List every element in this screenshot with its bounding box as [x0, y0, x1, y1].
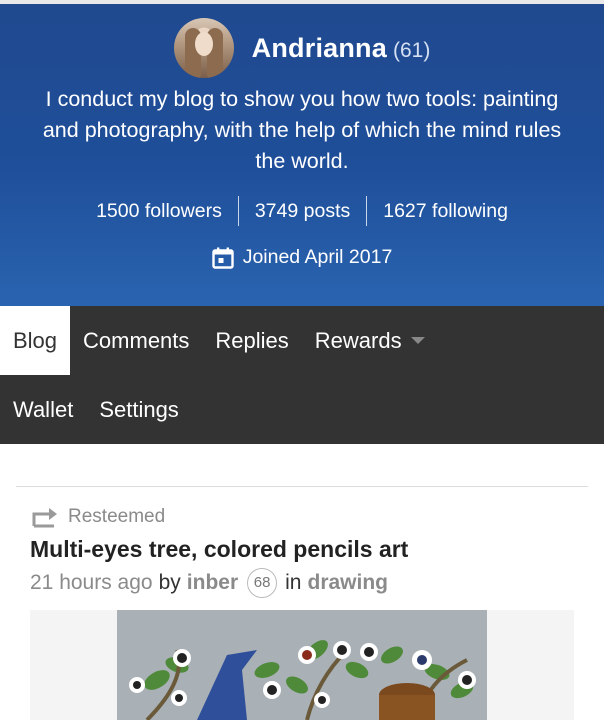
joined-label: Joined April 2017 — [242, 246, 393, 268]
following-link[interactable]: 1627 following — [383, 200, 508, 223]
resteem-icon — [32, 506, 58, 528]
calendar-icon — [211, 247, 234, 269]
post-meta: 21 hours ago by inber 68 in drawing — [30, 568, 388, 598]
tab-rewards[interactable]: Rewards — [302, 306, 438, 375]
followers-link[interactable]: 1500 followers — [96, 200, 222, 223]
profile-bio: I conduct my blog to show you how two to… — [42, 87, 562, 173]
post-thumbnail[interactable] — [117, 610, 487, 720]
post-by-label: by — [158, 571, 181, 594]
tab-settings[interactable]: Settings — [86, 375, 192, 444]
post-time[interactable]: 21 hours ago — [30, 571, 153, 595]
author-reputation-badge: 68 — [247, 568, 278, 598]
nav-row-1: Blog Comments Replies Rewards — [0, 306, 604, 375]
stats-separator — [237, 196, 239, 226]
user-name-block: Andrianna (61) — [252, 33, 431, 64]
tab-blog[interactable]: Blog — [0, 306, 71, 375]
post-author[interactable]: inber — [187, 571, 238, 595]
tab-replies[interactable]: Replies — [202, 306, 301, 375]
tab-comments[interactable]: Comments — [70, 306, 202, 375]
post-title[interactable]: Multi-eyes tree, colored pencils art — [30, 536, 408, 563]
posts-count: 3749 posts — [254, 199, 351, 222]
post-category[interactable]: drawing — [308, 571, 389, 595]
joined-date: Joined April 2017 — [0, 246, 604, 269]
post-in-label: in — [285, 571, 302, 594]
feed-divider — [16, 486, 588, 487]
user-reputation: (61) — [392, 38, 431, 62]
nav-row-2: Wallet Settings — [0, 375, 604, 444]
profile-nav: Blog Comments Replies Rewards Wallet Set… — [0, 306, 604, 444]
user-row: Andrianna (61) — [0, 16, 604, 80]
tab-rewards-label: Rewards — [314, 328, 402, 353]
profile-stats: 1500 followers 3749 posts 1627 following — [0, 194, 604, 228]
top-border — [0, 0, 604, 4]
tab-wallet[interactable]: Wallet — [0, 375, 86, 444]
avatar[interactable] — [173, 18, 234, 78]
post-feed: Resteemed Multi-eyes tree, colored penci… — [0, 444, 604, 720]
stats-separator — [366, 196, 368, 226]
profile-header: Andrianna (61) I conduct my blog to show … — [0, 0, 604, 306]
chevron-down-icon — [410, 337, 425, 344]
resteem-indicator: Resteemed — [32, 506, 165, 528]
user-name: Andrianna — [251, 32, 387, 63]
resteem-label: Resteemed — [68, 506, 166, 527]
avatar-face — [194, 32, 213, 56]
